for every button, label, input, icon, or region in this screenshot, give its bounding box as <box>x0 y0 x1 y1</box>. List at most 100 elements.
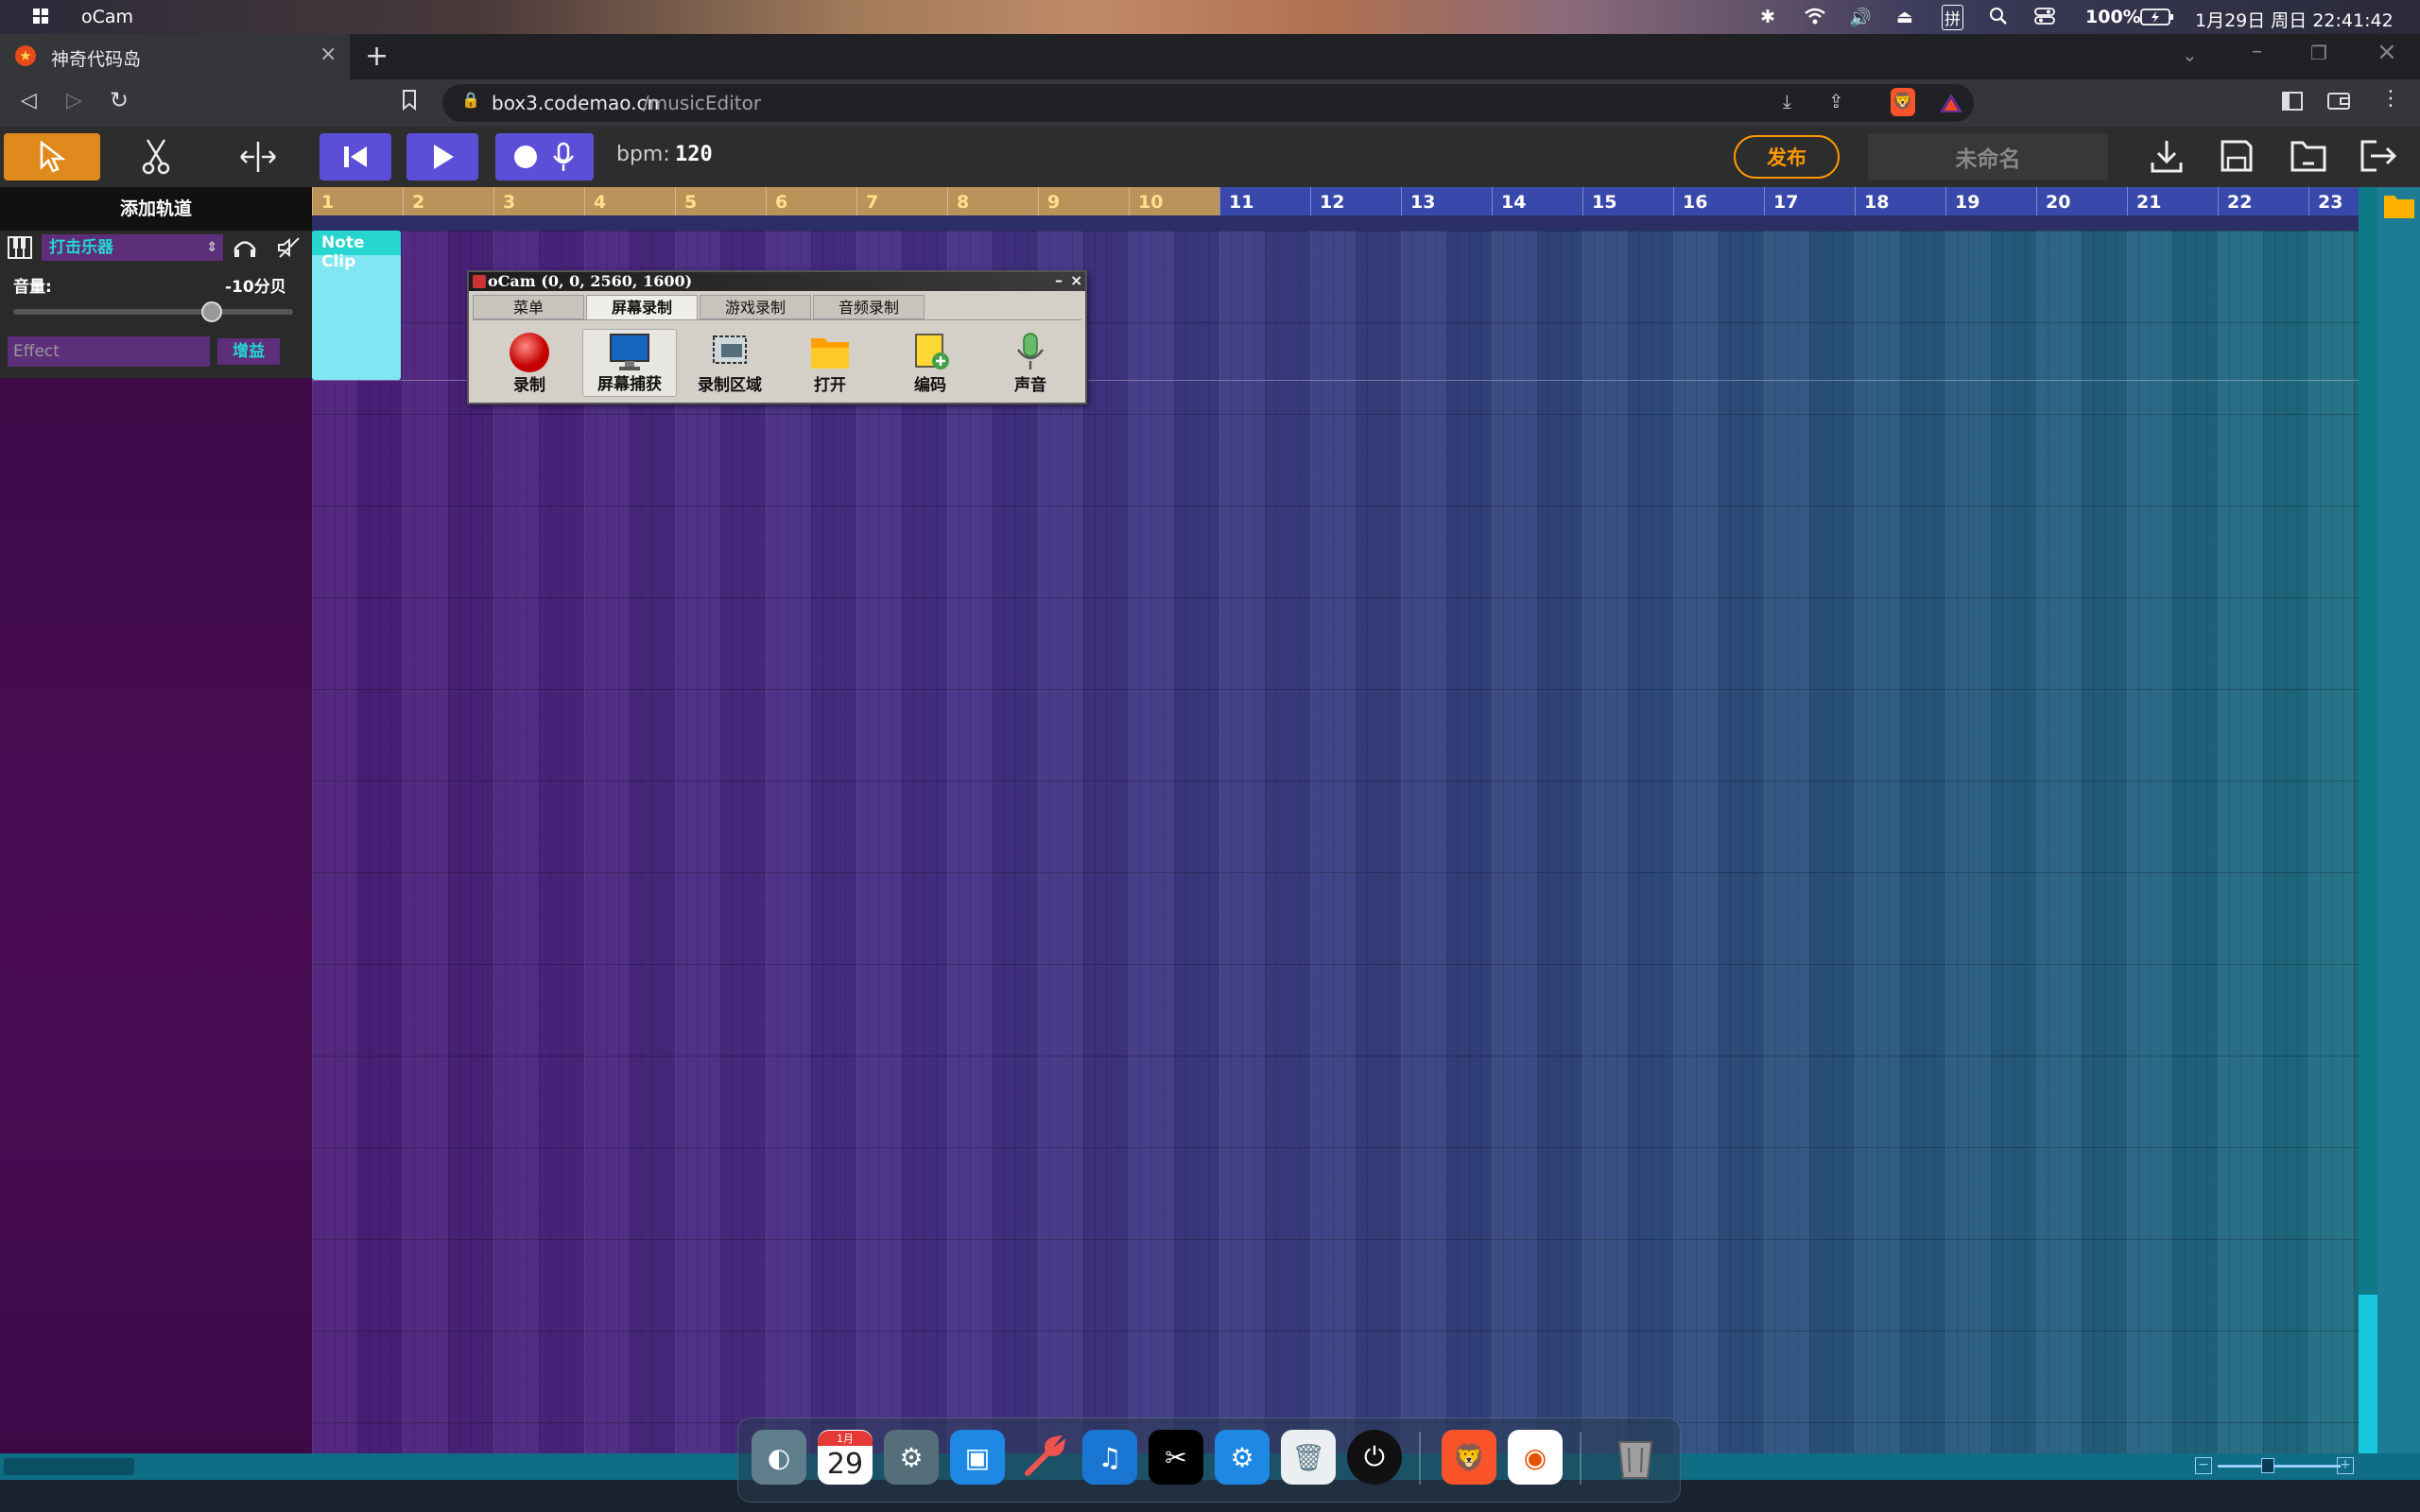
bar-number: 17 <box>1773 192 1799 213</box>
brave-icon[interactable]: 🦁 <box>1442 1430 1496 1485</box>
note-grid[interactable]: Note Clip <box>312 231 2359 1453</box>
power-icon[interactable]: ⏻ <box>1347 1430 1402 1485</box>
input-method-indicator[interactable]: 拼 <box>1942 5 1963 30</box>
ocam-titlebar[interactable]: oCam (0, 0, 2560, 1600) – × <box>469 271 1085 291</box>
vertical-scrollbar[interactable] <box>2359 187 2377 1453</box>
vertical-scroll-thumb[interactable] <box>2359 1295 2377 1453</box>
zoom-slider[interactable] <box>2218 1465 2341 1468</box>
battery-percent: 100% <box>2085 7 2141 27</box>
exit-icon[interactable] <box>2360 139 2397 177</box>
ocam-close-icon[interactable]: × <box>1070 271 1082 289</box>
search-icon[interactable] <box>1989 7 2008 30</box>
zoom-slider-thumb[interactable] <box>2261 1458 2274 1473</box>
save-icon[interactable] <box>2220 139 2254 177</box>
effect-input[interactable]: Effect <box>8 336 210 367</box>
ocam-record-button[interactable]: 录制 <box>482 329 577 397</box>
minimize-window-icon[interactable]: – <box>2252 40 2262 63</box>
bookmark-icon[interactable] <box>401 89 418 115</box>
close-tab-icon[interactable]: × <box>320 43 337 66</box>
share-icon[interactable]: ⇪ <box>1828 90 1844 112</box>
ocam-sound-button[interactable]: 声音 <box>983 329 1078 397</box>
brave-rewards-icon[interactable] <box>1938 92 1964 119</box>
volume-icon[interactable]: 🔊 <box>1849 7 1872 28</box>
zoom-in-icon[interactable]: + <box>2337 1457 2354 1474</box>
ocam-screen-capture-button[interactable]: 屏幕捕获 <box>582 329 677 397</box>
select-tool-button[interactable] <box>4 133 100 180</box>
music-app-icon[interactable]: ♫ <box>1082 1430 1137 1485</box>
instrument-select[interactable]: 打击乐器 ⇕ <box>42 234 223 261</box>
bar-number: 18 <box>1864 192 1890 213</box>
add-track-button[interactable]: 添加轨道 <box>0 187 312 231</box>
ocam-tab-screen-record[interactable]: 屏幕录制 <box>586 295 698 319</box>
zoom-out-icon[interactable]: − <box>2195 1457 2212 1474</box>
calendar-icon[interactable]: 1月 29 <box>818 1430 873 1485</box>
clock-datetime[interactable]: 1月29日 周日 22:41:42 <box>2195 7 2394 32</box>
volume-slider-track[interactable] <box>13 309 293 315</box>
split-tool-button[interactable] <box>216 133 301 180</box>
ocam-encode-button[interactable]: 编码 <box>883 329 977 397</box>
timeline-ruler[interactable]: 1 2 3 4 5 6 7 8 9 10 11 12 13 14 15 16 17 18 19 20 21 22 23 <box>312 187 2359 215</box>
restore-window-icon[interactable]: ❐ <box>2310 42 2327 64</box>
wallet-icon[interactable] <box>2327 91 2350 115</box>
url-host: box3.codemao.cn <box>492 92 660 114</box>
record-area-icon <box>713 335 747 364</box>
eject-icon[interactable]: ⏏ <box>1896 7 1913 27</box>
publish-button[interactable]: 发布 <box>1734 135 1840 179</box>
file-manager-icon[interactable]: ▣ <box>950 1430 1005 1485</box>
ocam-title: oCam (0, 0, 2560, 1600) <box>488 272 693 290</box>
settings-icon[interactable]: ⚙ <box>1215 1430 1270 1485</box>
folder-icon[interactable] <box>2383 191 2415 223</box>
ocam-open-button[interactable]: 打开 <box>783 329 877 397</box>
record-mic-icon <box>514 142 575 171</box>
sidebar-toggle-icon[interactable] <box>2282 91 2303 115</box>
bar-number: 9 <box>1047 192 1061 213</box>
wrench-icon[interactable] <box>1016 1430 1071 1485</box>
ocam-record-area-button[interactable]: 录制区域 <box>683 329 777 397</box>
play-button[interactable] <box>406 133 478 180</box>
browser-tab[interactable]: ★ 神奇代码岛 × <box>0 34 350 79</box>
bar-line <box>1764 187 1765 215</box>
trash-bin-icon[interactable]: 🗑 <box>1281 1430 1336 1485</box>
new-tab-icon[interactable]: + <box>365 40 389 73</box>
gain-button[interactable]: 增益 <box>217 338 280 365</box>
ocam-tab-audio-record[interactable]: 音频录制 <box>813 295 925 319</box>
ocam-tab-game-record[interactable]: 游戏录制 <box>700 295 811 319</box>
screen-recorder-icon[interactable]: ◉ <box>1508 1430 1563 1485</box>
bluetooth-icon[interactable]: ✱ <box>1760 7 1775 27</box>
browser-menu-icon[interactable]: ⋮ <box>2380 87 2401 111</box>
control-center-icon[interactable]: ⚙ <box>884 1430 939 1485</box>
control-center-icon[interactable] <box>2034 7 2055 30</box>
recycle-bin-icon[interactable] <box>1608 1430 1663 1485</box>
horizontal-scroll-thumb[interactable] <box>4 1458 134 1475</box>
record-button[interactable] <box>495 133 594 180</box>
back-icon[interactable]: ◁ <box>21 89 37 112</box>
battery-icon[interactable] <box>2140 9 2174 30</box>
install-app-icon[interactable]: ⤓ <box>1783 90 1791 112</box>
cut-tool-button[interactable] <box>113 133 199 180</box>
volume-slider-thumb[interactable] <box>201 301 223 322</box>
url-field[interactable]: 🔒 box3.codemao.cn /musicEditor ⤓ ⇪ 🦁 <box>442 84 1974 122</box>
mute-speaker-icon[interactable] <box>276 236 301 263</box>
skip-to-start-button[interactable] <box>320 133 391 180</box>
bar-line <box>1401 187 1402 215</box>
close-window-icon[interactable]: × <box>2377 38 2397 66</box>
bpm-value[interactable]: 120 <box>675 143 713 166</box>
reload-icon[interactable]: ↻ <box>110 87 129 113</box>
launcher-grid-icon[interactable] <box>32 8 49 29</box>
note-clip[interactable]: Note Clip <box>312 231 401 380</box>
capcut-icon[interactable]: ✂ <box>1149 1430 1203 1485</box>
ocam-tab-menu[interactable]: 菜单 <box>473 295 584 319</box>
forward-icon[interactable]: ▷ <box>66 89 82 112</box>
brave-shields-icon[interactable]: 🦁 <box>1891 88 1915 116</box>
launcher-icon[interactable]: ◐ <box>752 1430 806 1485</box>
microphone-icon <box>1016 333 1045 369</box>
download-icon[interactable] <box>2150 138 2184 178</box>
wifi-icon[interactable] <box>1804 7 1826 30</box>
open-folder-icon[interactable] <box>2290 139 2327 177</box>
headphones-icon[interactable] <box>233 236 257 263</box>
tab-search-chevron-icon[interactable]: ⌄ <box>2182 43 2198 66</box>
project-name-field[interactable]: 未命名 <box>1868 133 2108 180</box>
ocam-minimize-icon[interactable]: – <box>1055 271 1063 289</box>
piano-keys-icon[interactable] <box>8 236 32 263</box>
ocam-window[interactable]: oCam (0, 0, 2560, 1600) – × 菜单 屏幕录制 游戏录制… <box>467 270 1087 404</box>
